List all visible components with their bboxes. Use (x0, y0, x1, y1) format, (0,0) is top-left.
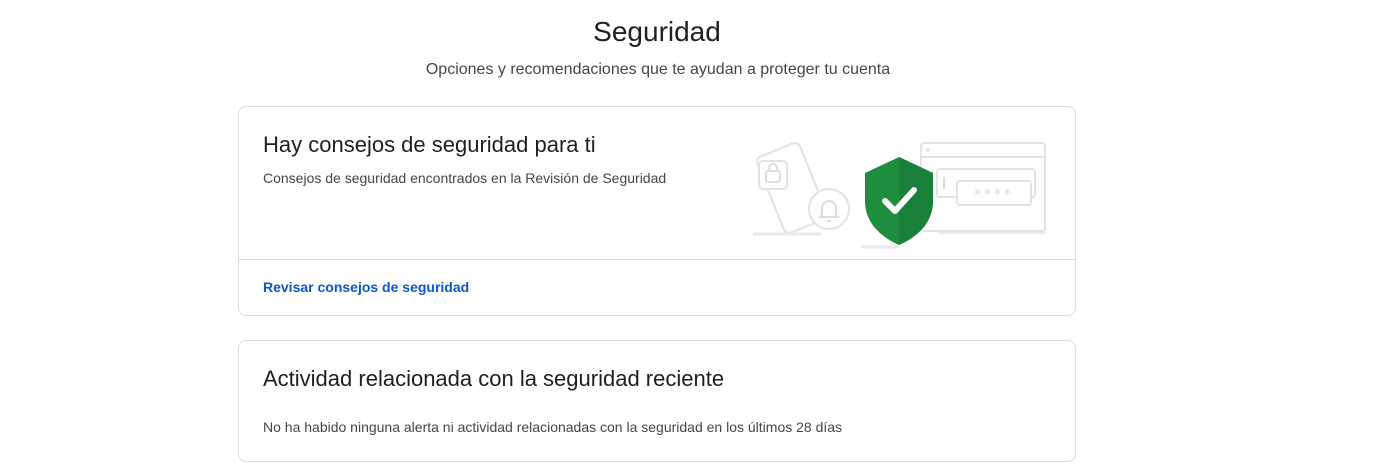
security-page: Seguridad Opciones y recomendaciones que… (0, 0, 1386, 470)
password-mask: **** (974, 187, 1014, 203)
card-divider (239, 259, 1075, 260)
recent-security-activity-card: Actividad relacionada con la seguridad r… (238, 340, 1076, 462)
recent-activity-title: Actividad relacionada con la seguridad r… (263, 366, 725, 391)
security-tips-title: Hay consejos de seguridad para ti (263, 132, 596, 157)
security-tips-card: Hay consejos de seguridad para ti Consej… (238, 106, 1076, 316)
page-subtitle: Opciones y recomendaciones que te ayudan… (425, 61, 891, 78)
recent-activity-description: No ha habido ninguna alerta ni actividad… (263, 419, 843, 435)
security-illustration: **** (749, 133, 1059, 249)
bell-icon (808, 188, 850, 230)
page-title: Seguridad (593, 16, 721, 47)
browser-password-icon: **** (920, 142, 1046, 234)
shield-check-icon (861, 157, 933, 249)
review-security-tips-link[interactable]: Revisar consejos de seguridad (263, 277, 469, 297)
security-tips-description: Consejos de seguridad encontrados en la … (263, 170, 667, 186)
